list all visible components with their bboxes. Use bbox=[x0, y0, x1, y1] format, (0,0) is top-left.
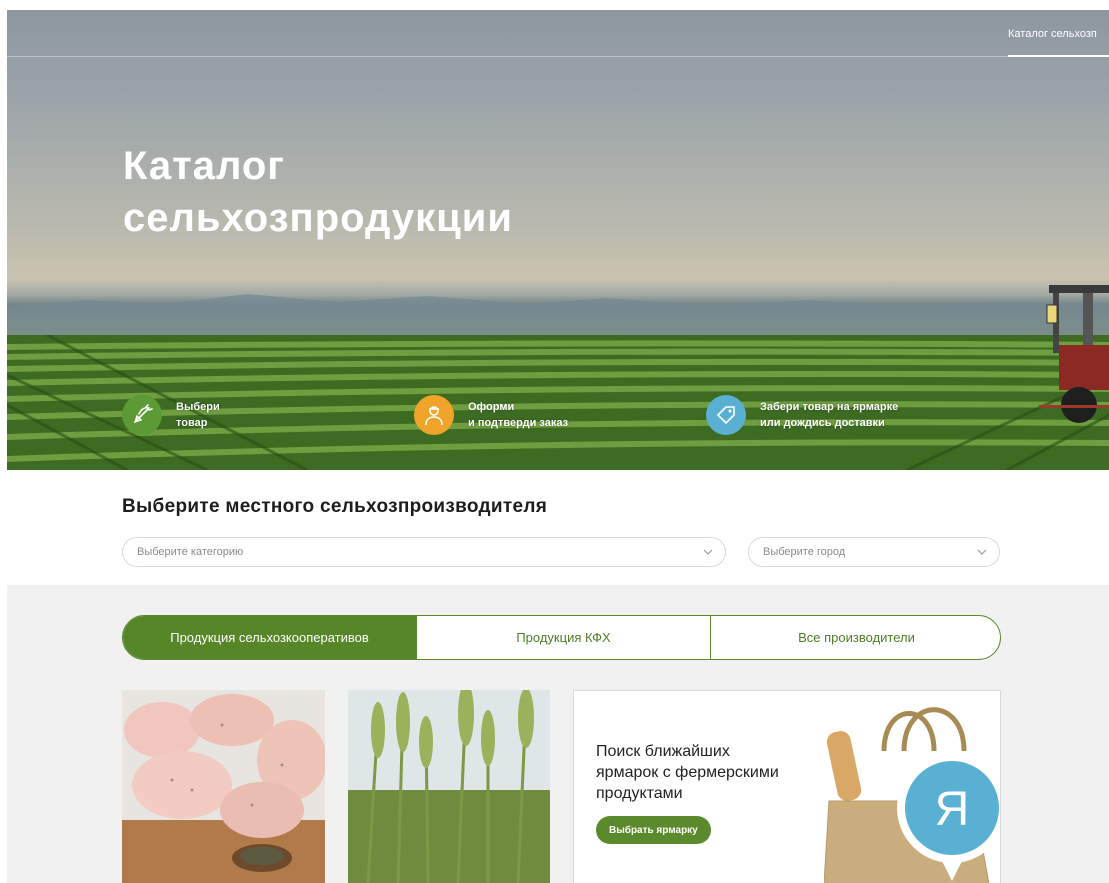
fair-search-line3: продуктами bbox=[596, 785, 683, 802]
shopping-bag-image: Я bbox=[824, 707, 1000, 883]
fair-search-text: Поиск ближайших ярмарок с фермерскими пр… bbox=[596, 741, 779, 804]
city-select-placeholder: Выберите город bbox=[763, 546, 846, 558]
hero-banner: Каталог сельхозп Каталог сельхозпродукци… bbox=[7, 10, 1109, 470]
category-select-placeholder: Выберите категорию bbox=[137, 546, 244, 558]
fair-search-line1: Поиск ближайших bbox=[596, 743, 730, 760]
step-confirm-order: Оформи и подтверди заказ bbox=[414, 395, 568, 435]
step2-line2: и подтверди заказ bbox=[468, 417, 569, 429]
fair-search-card: Поиск ближайших ярмарок с фермерскими пр… bbox=[573, 690, 1001, 883]
producer-tabs: Продукция сельхозкооперативов Продукция … bbox=[122, 615, 1001, 660]
haze bbox=[7, 280, 1109, 340]
page: Каталог сельхозп Каталог сельхозпродукци… bbox=[0, 0, 1109, 883]
wheat-photo bbox=[348, 690, 550, 883]
hero-title-line1: Каталог bbox=[123, 144, 285, 188]
chevron-down-icon bbox=[703, 549, 713, 555]
tractor-image bbox=[1039, 285, 1109, 423]
step2-line1: Оформи bbox=[468, 401, 515, 413]
nav-active-underline bbox=[1008, 55, 1109, 57]
step1-line1: Выбери bbox=[176, 401, 220, 413]
chicken-fillet-photo bbox=[122, 690, 325, 883]
step3-line2: или дождись доставки bbox=[760, 417, 885, 429]
hero-title: Каталог сельхозпродукции bbox=[123, 140, 513, 244]
section-title: Выберите местного сельхозпроизводителя bbox=[122, 496, 548, 517]
hero-title-line2: сельхозпродукции bbox=[123, 196, 513, 240]
farmer-icon bbox=[414, 395, 454, 435]
tab-all-producers[interactable]: Все производители bbox=[710, 616, 1000, 659]
step3-line1: Забери товар на ярмарке bbox=[760, 401, 899, 413]
step-choose-product: Выбери товар bbox=[122, 395, 220, 435]
tab-kfh[interactable]: Продукция КФХ bbox=[416, 616, 710, 659]
product-card-chicken[interactable] bbox=[122, 690, 325, 883]
step-pickup-delivery: Забери товар на ярмарке или дождись доста… bbox=[706, 395, 898, 435]
city-select[interactable]: Выберите город bbox=[748, 537, 1000, 567]
header-divider bbox=[7, 56, 1109, 57]
category-select[interactable]: Выберите категорию bbox=[122, 537, 726, 567]
product-card-wheat[interactable] bbox=[348, 690, 550, 883]
tab-cooperatives[interactable]: Продукция сельхозкооперативов bbox=[123, 616, 416, 659]
chevron-down-icon bbox=[977, 549, 987, 555]
fair-search-line2: ярмарок с фермерскими bbox=[596, 764, 779, 781]
carrot-icon bbox=[122, 395, 162, 435]
nav-link-catalog[interactable]: Каталог сельхозп bbox=[1008, 28, 1109, 40]
choose-fair-button[interactable]: Выбрать ярмарку bbox=[596, 816, 711, 844]
tag-icon bbox=[706, 395, 746, 435]
yandex-badge-letter: Я bbox=[935, 783, 970, 836]
step1-line2: товар bbox=[176, 417, 208, 429]
